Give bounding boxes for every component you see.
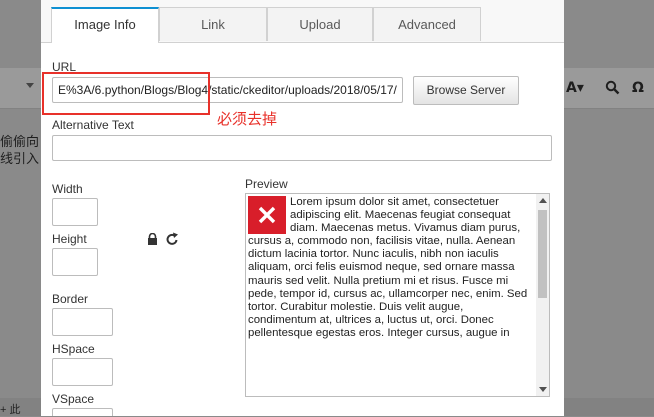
- border-label: Border: [52, 292, 89, 306]
- annotation-highlight-box: [42, 72, 210, 115]
- preview-scrollbar[interactable]: [536, 194, 549, 396]
- text-color-icon[interactable]: A▾: [566, 80, 584, 96]
- lock-ratio-icon[interactable]: [147, 232, 158, 248]
- editor-status-text: + 此: [0, 404, 21, 416]
- width-label: Width: [52, 182, 83, 196]
- vspace-label: VSpace: [52, 392, 95, 406]
- special-char-icon[interactable]: Ω: [632, 80, 644, 96]
- tab-bar: Image Info Link Upload Advanced: [41, 0, 564, 43]
- find-icon[interactable]: [605, 80, 620, 99]
- border-input[interactable]: [52, 308, 113, 336]
- alt-text-label: Alternative Text: [52, 118, 134, 132]
- width-input[interactable]: [52, 198, 98, 226]
- browse-server-button[interactable]: Browse Server: [413, 76, 519, 105]
- reset-size-icon[interactable]: [166, 232, 179, 249]
- editor-content-line-2: 线引入: [0, 152, 40, 167]
- tab-advanced[interactable]: Advanced: [373, 7, 481, 41]
- annotation-note: 必须去掉: [217, 110, 278, 128]
- broken-image-icon: [248, 196, 286, 234]
- preview-pane: Lorem ipsum dolor sit amet, consectetuer…: [245, 193, 550, 397]
- alt-text-input[interactable]: [52, 135, 552, 161]
- hspace-label: HSpace: [52, 342, 95, 356]
- height-input[interactable]: [52, 248, 98, 276]
- scroll-thumb[interactable]: [538, 210, 547, 298]
- height-label: Height: [52, 232, 87, 246]
- preview-content: Lorem ipsum dolor sit amet, consectetuer…: [248, 196, 532, 340]
- scroll-down-arrow-icon[interactable]: [539, 387, 547, 392]
- vspace-input[interactable]: [52, 408, 113, 416]
- tab-link[interactable]: Link: [159, 7, 267, 41]
- toolbar-dropdown-arrow-icon[interactable]: [26, 83, 34, 88]
- hspace-input[interactable]: [52, 358, 113, 386]
- image-properties-dialog: Image Info Link Upload Advanced URL E%3A…: [41, 0, 564, 416]
- tab-image-info[interactable]: Image Info: [51, 7, 159, 43]
- preview-text: Lorem ipsum dolor sit amet, consectetuer…: [248, 196, 528, 339]
- tab-upload[interactable]: Upload: [267, 7, 373, 41]
- scroll-up-arrow-icon[interactable]: [539, 198, 547, 203]
- preview-label: Preview: [245, 177, 288, 191]
